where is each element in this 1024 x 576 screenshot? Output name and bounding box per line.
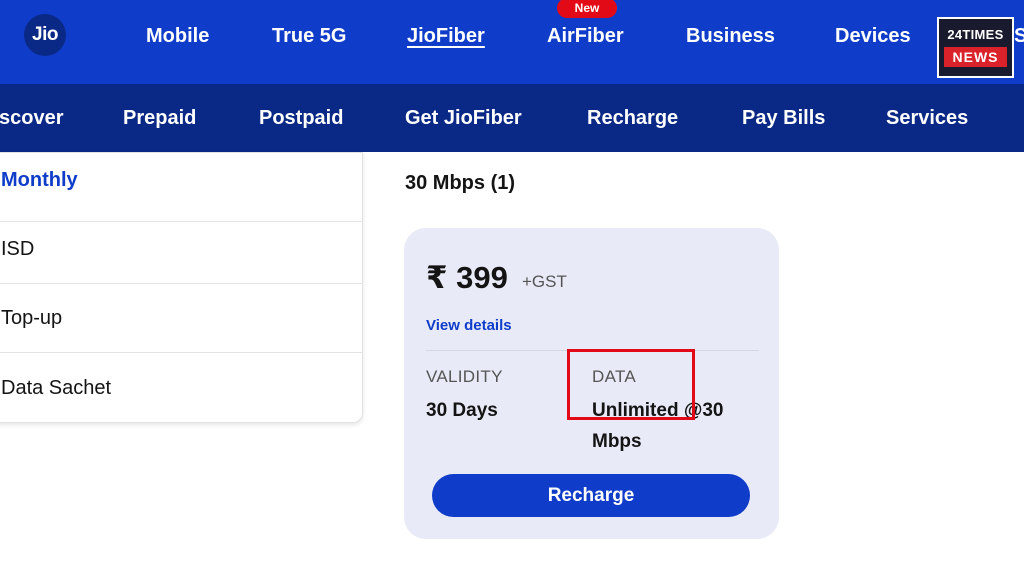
top-nav-business[interactable]: Business [686, 0, 775, 72]
plan-category-menu: Monthly ISD Top-up Data Sachet [0, 152, 363, 423]
sub-nav-postpaid[interactable]: Postpaid [259, 84, 343, 152]
gst-label: +GST [522, 272, 567, 291]
data-highlight-box [567, 349, 695, 420]
recharge-button[interactable]: Recharge [432, 474, 750, 517]
validity-value: 30 Days [426, 400, 498, 421]
sub-nav-bar: scover Prepaid Postpaid Get JioFiber Rec… [0, 84, 1024, 152]
sub-nav-prepaid[interactable]: Prepaid [123, 84, 196, 152]
view-details-link[interactable]: View details [426, 317, 512, 334]
watermark-top-text: 24TIMES [947, 27, 1004, 42]
top-nav-bar: Jio Mobile True 5G JioFiber AirFiber New… [0, 0, 1024, 84]
top-nav-overflow[interactable]: S [1014, 0, 1024, 72]
data-value-line2: Mbps [592, 431, 642, 452]
plan-price: ₹ 399 [426, 260, 508, 295]
menu-item-isd[interactable]: ISD [0, 215, 362, 284]
sub-nav-recharge[interactable]: Recharge [587, 84, 678, 152]
plan-card: ₹ 399 +GST View details VALIDITY 30 Days… [404, 228, 779, 539]
sub-nav-discover[interactable]: scover [0, 84, 64, 152]
sub-nav-get-jiofiber[interactable]: Get JioFiber [405, 84, 522, 152]
sub-nav-pay-bills[interactable]: Pay Bills [742, 84, 825, 152]
jio-logo[interactable]: Jio [24, 14, 66, 56]
menu-item-top-up[interactable]: Top-up [0, 284, 362, 353]
top-nav-jiofiber[interactable]: JioFiber [407, 0, 485, 72]
top-nav-true-5g[interactable]: True 5G [272, 0, 346, 72]
sub-nav-services[interactable]: Services [886, 84, 968, 152]
top-nav-devices[interactable]: Devices [835, 0, 911, 72]
news-watermark-logo: 24TIMES NEWS [937, 17, 1014, 78]
validity-label: VALIDITY [426, 367, 503, 386]
top-nav-mobile[interactable]: Mobile [146, 0, 209, 72]
menu-item-monthly[interactable]: Monthly [0, 153, 362, 222]
watermark-bottom-text: NEWS [944, 47, 1007, 67]
menu-item-data-sachet[interactable]: Data Sachet [0, 354, 362, 423]
section-title: 30 Mbps (1) [405, 172, 516, 194]
new-badge: New [557, 0, 617, 18]
